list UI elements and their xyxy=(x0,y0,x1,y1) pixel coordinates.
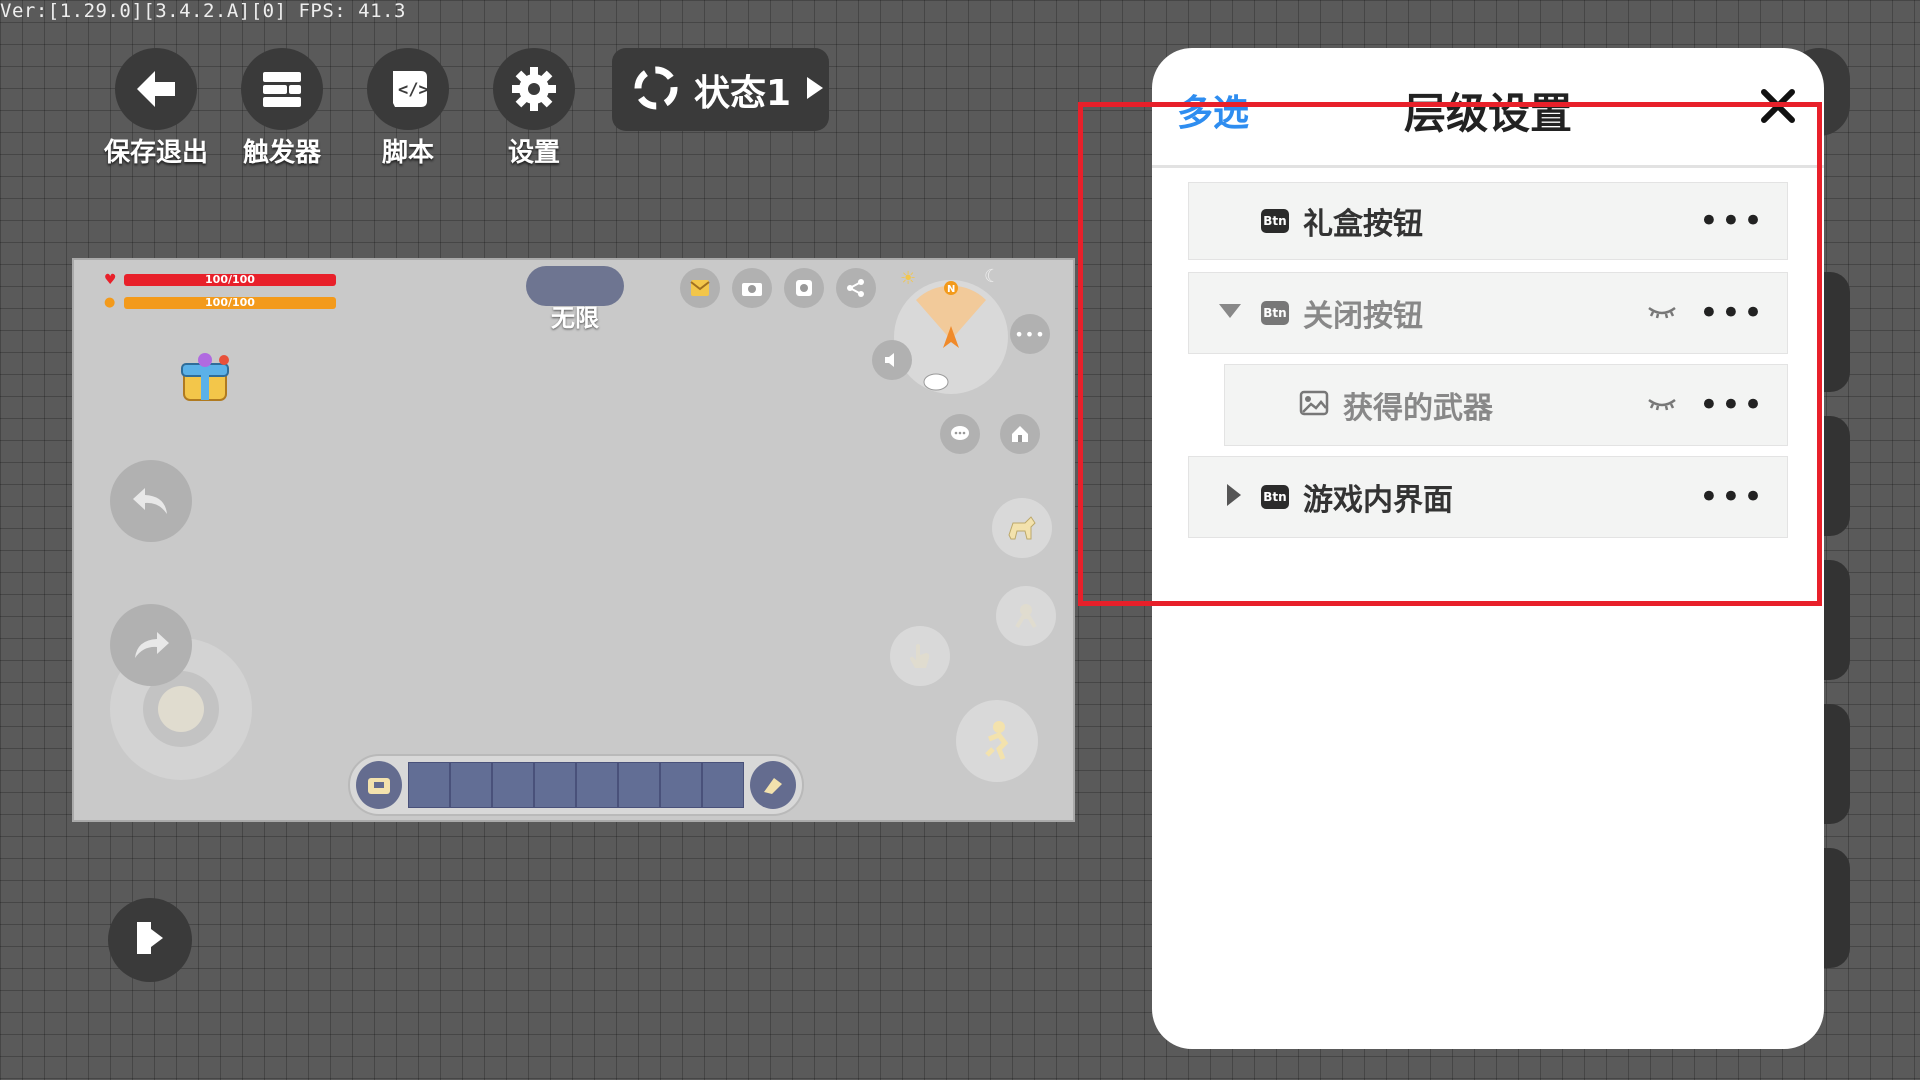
hotbar-slot[interactable] xyxy=(576,762,618,808)
hotbar-slot[interactable] xyxy=(450,762,492,808)
test-play-button[interactable] xyxy=(108,898,192,982)
minimap[interactable]: N xyxy=(894,280,1008,394)
interact-hand-icon[interactable] xyxy=(890,626,950,686)
state-cycle-icon xyxy=(632,64,680,116)
crouch-icon[interactable] xyxy=(996,586,1056,646)
drumstick-icon: ● xyxy=(104,295,116,310)
state-selector-button[interactable]: 状态1 xyxy=(612,48,829,131)
trigger-label: 触发器 xyxy=(242,138,321,168)
trigger-button[interactable]: 触发器 xyxy=(212,48,352,168)
script-label: 脚本 xyxy=(381,138,434,168)
hotbar-slots xyxy=(408,762,744,808)
crafting-icon[interactable] xyxy=(750,761,796,809)
state-label: 状态1 xyxy=(694,72,792,114)
hunger-value: 100/100 xyxy=(205,296,255,309)
gear-icon xyxy=(493,48,575,130)
hotbar-slot[interactable] xyxy=(534,762,576,808)
highlight-annotation-box xyxy=(1078,102,1822,606)
hotbar-slot[interactable] xyxy=(618,762,660,808)
backpack-icon[interactable] xyxy=(356,761,402,809)
hotbar xyxy=(348,754,804,816)
health-value: 100/100 xyxy=(205,273,255,286)
save-exit-button[interactable]: 保存退出 xyxy=(86,48,226,168)
volume-icon[interactable] xyxy=(872,340,912,380)
mail-icon[interactable] xyxy=(680,268,720,308)
joystick-knob[interactable] xyxy=(158,686,204,732)
svg-text:N: N xyxy=(947,284,955,295)
health-bar: 100/100 xyxy=(124,274,336,286)
more-menu-icon[interactable]: ••• xyxy=(1010,314,1050,354)
share-icon[interactable] xyxy=(836,268,876,308)
home-icon[interactable] xyxy=(1000,414,1040,454)
record-icon[interactable] xyxy=(784,268,824,308)
svg-text:</>: </> xyxy=(398,80,429,100)
hotbar-slot[interactable] xyxy=(408,762,450,808)
script-button[interactable]: </> 脚本 xyxy=(338,48,478,168)
jump-icon[interactable] xyxy=(956,700,1038,782)
back-arrow-icon xyxy=(115,48,197,130)
moon-icon: ☾ xyxy=(984,266,1001,287)
undo-icon[interactable] xyxy=(110,460,192,542)
flag-icon xyxy=(133,919,167,961)
version-fps-text: Ver:[1.29.0][3.4.2.A][0] FPS: 41.3 xyxy=(0,0,406,22)
settings-button[interactable]: 设置 xyxy=(464,48,604,168)
hotbar-slot[interactable] xyxy=(660,762,702,808)
game-preview[interactable]: ♥ 100/100 ● 100/100 无限 N ☀ ☾ ••• xyxy=(72,258,1075,822)
hotbar-slot[interactable] xyxy=(492,762,534,808)
camera-icon[interactable] xyxy=(732,268,772,308)
save-exit-label: 保存退出 xyxy=(103,138,208,168)
script-icon: </> xyxy=(367,48,449,130)
chat-icon[interactable] xyxy=(940,414,980,454)
redo-icon[interactable] xyxy=(110,604,192,686)
heart-icon: ♥ xyxy=(104,272,117,288)
hotbar-slot[interactable] xyxy=(702,762,744,808)
mode-label: 无限 xyxy=(551,304,599,332)
trigger-icon xyxy=(241,48,323,130)
mount-icon[interactable] xyxy=(992,498,1052,558)
hunger-bar: 100/100 xyxy=(124,297,336,309)
settings-label: 设置 xyxy=(507,138,560,168)
play-triangle-icon xyxy=(805,75,825,105)
sun-icon: ☀ xyxy=(900,268,917,289)
gift-box-icon[interactable] xyxy=(178,350,232,404)
